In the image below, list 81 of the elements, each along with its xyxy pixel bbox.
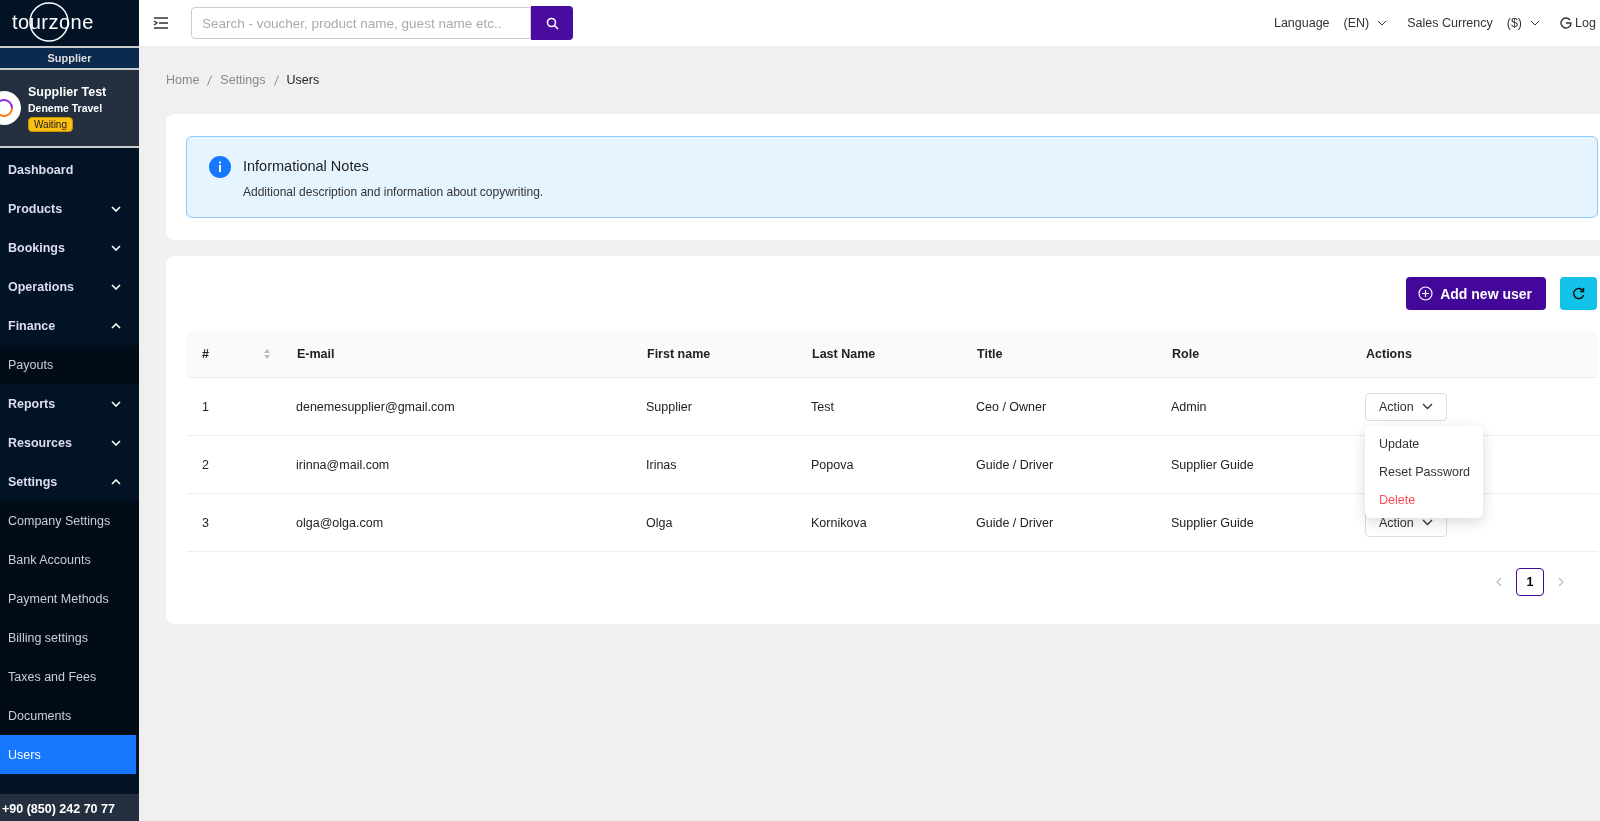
- search-field[interactable]: Search - voucher, product name, guest name etc..: [191, 7, 531, 39]
- phone-number: +90 (850) 242 70 77: [0, 794, 139, 821]
- table-cell: 2: [202, 457, 209, 472]
- menu-item[interactable]: Reset Password: [1365, 458, 1483, 486]
- column-header: Actions: [1366, 347, 1412, 361]
- nav-item[interactable]: Bookings: [0, 228, 139, 267]
- nav-item[interactable]: Payment Methods: [0, 579, 139, 618]
- table-cell: Admin: [1171, 399, 1207, 414]
- logout-icon: [1560, 17, 1572, 29]
- chevron-icon: [111, 400, 121, 407]
- language-dropdown[interactable]: (EN): [1343, 16, 1388, 30]
- nav-item[interactable]: Settings: [0, 462, 139, 501]
- column-header: Role: [1172, 347, 1200, 361]
- table-cell: Supplier Guide: [1171, 515, 1254, 530]
- table-cell: Test: [811, 399, 834, 414]
- table-cell: Kornikova: [811, 515, 867, 530]
- table-cell: Guide / Driver: [976, 515, 1054, 530]
- refresh-button[interactable]: [1560, 277, 1597, 310]
- nav-item[interactable]: Finance: [0, 306, 139, 345]
- caret-icon: [1421, 519, 1433, 526]
- table-cell: Irinas: [646, 457, 677, 472]
- status-badge: Waiting: [28, 116, 73, 132]
- search-button[interactable]: [531, 6, 573, 40]
- add-user-button[interactable]: Add new user: [1406, 277, 1546, 310]
- table-cell: denemesupplier@gmail.com: [296, 399, 455, 414]
- nav-item[interactable]: Operations: [0, 267, 139, 306]
- chevron-icon: [111, 478, 121, 485]
- plus-circle-icon: [1418, 286, 1434, 301]
- table-cell: Popova: [811, 457, 854, 472]
- language-label: Language: [1273, 16, 1330, 30]
- notice-title: Informational Notes: [243, 158, 370, 174]
- column-header: E-mail: [297, 347, 335, 361]
- table-cell: Olga: [646, 515, 673, 530]
- nav-item[interactable]: Products: [0, 189, 139, 228]
- currency-dropdown[interactable]: ($): [1506, 16, 1540, 30]
- table-cell: irinna@mail.com: [296, 457, 390, 472]
- caret-icon: [1530, 20, 1540, 26]
- nav-item[interactable]: Company Settings: [0, 501, 139, 540]
- chevron-icon: [111, 244, 121, 251]
- notice-text: Additional description and information about copywriting.: [243, 185, 544, 199]
- nav-item[interactable]: Taxes and Fees: [0, 657, 139, 696]
- nav-item[interactable]: Reports: [0, 384, 139, 423]
- column-header: Title: [977, 347, 1003, 361]
- chevron-icon: [111, 439, 121, 446]
- column-header: #: [202, 347, 209, 361]
- nav-item[interactable]: Payouts: [0, 345, 139, 384]
- table-cell: Supplier: [646, 399, 692, 414]
- column-header: First name: [647, 347, 711, 361]
- info-icon: [209, 156, 231, 178]
- nav-item[interactable]: Billing settings: [0, 618, 139, 657]
- refresh-icon: [1572, 287, 1585, 300]
- breadcrumb-separator-icon: [207, 74, 213, 86]
- page-button[interactable]: 1: [1516, 568, 1544, 596]
- chevron-icon: [111, 322, 121, 329]
- table-cell: Guide / Driver: [976, 457, 1054, 472]
- chevron-icon: [111, 205, 121, 212]
- avatar-icon: [0, 91, 22, 125]
- logout-link[interactable]: Log: [1560, 16, 1600, 30]
- table-cell: olga@olga.com: [296, 515, 384, 530]
- caret-icon: [1421, 403, 1433, 410]
- table-cell: 3: [202, 515, 209, 530]
- action-dropdown[interactable]: Action: [1365, 392, 1447, 421]
- table-cell: Ceo / Owner: [976, 399, 1047, 414]
- breadcrumb-separator-icon: [273, 74, 279, 86]
- currency-label: Sales Currency: [1407, 16, 1493, 30]
- table-cell: 1: [202, 399, 209, 414]
- nav-item[interactable]: Resources: [0, 423, 139, 462]
- chevron-icon: [111, 283, 121, 290]
- table-cell: Supplier Guide: [1171, 457, 1254, 472]
- role-label: Supplier: [0, 46, 139, 70]
- column-header: Last Name: [812, 347, 876, 361]
- company-name: Deneme Travel: [28, 101, 103, 114]
- menu-icon[interactable]: [153, 17, 169, 29]
- nav-item[interactable]: Bank Accounts: [0, 540, 139, 579]
- nav-item[interactable]: Documents: [0, 696, 139, 735]
- profile-name: Supplier Test: [28, 84, 107, 99]
- menu-item[interactable]: Update: [1365, 430, 1483, 458]
- nav-item[interactable]: Users: [0, 735, 136, 774]
- caret-icon: [1377, 20, 1388, 26]
- nav-item[interactable]: Dashboard: [0, 150, 139, 189]
- search-icon: [545, 16, 559, 30]
